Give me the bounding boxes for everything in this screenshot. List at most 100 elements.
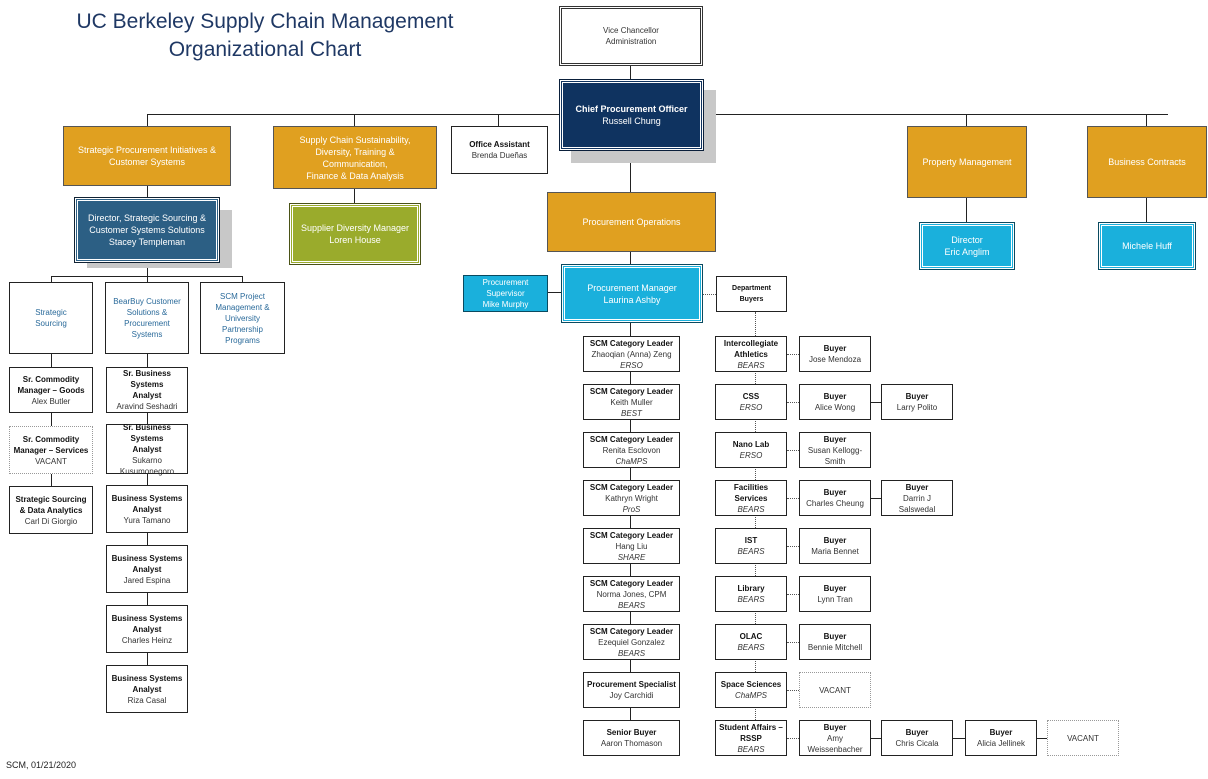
bc-person-box[interactable]: Michele Huff [1098, 222, 1196, 270]
buyer-title: Buyer [905, 728, 929, 737]
buyer-name: Smith [824, 456, 846, 466]
buyer-box[interactable]: Buyer Susan Kellogg- Smith [799, 432, 871, 468]
procurement-supervisor-box[interactable]: Procurement Supervisor Mike Murphy [463, 275, 548, 312]
buyer-name: VACANT [1067, 733, 1099, 743]
vacant-buyer-box[interactable]: VACANT [799, 672, 871, 708]
buyer-box[interactable]: Buyer Amy Weissenbacher [799, 720, 871, 756]
staff-bb-4[interactable]: Business Systems Analyst Jared Espina [106, 545, 188, 593]
connector [630, 66, 631, 80]
vacant-buyer-box[interactable]: VACANT [1047, 720, 1119, 756]
staff-bb-1[interactable]: Sr. Business Systems Analyst Aravind Sesh… [106, 367, 188, 413]
subunit-scm-project-mgmt[interactable]: SCM Project Management & University Part… [200, 282, 285, 354]
cl-name: Zhaoqian (Anna) Zeng [591, 349, 672, 359]
cpo-box[interactable]: Chief Procurement Officer Russell Chung [559, 79, 704, 151]
unit-label-2: Diversity, Training & [315, 146, 395, 157]
dept-team: BEARS [737, 547, 765, 556]
staff-ss-data-analytics[interactable]: Strategic Sourcing & Data Analytics Carl … [9, 486, 93, 534]
cl-name: Aaron Thomason [600, 739, 663, 748]
dept-name: OLAC [739, 632, 763, 641]
category-leader-box[interactable]: SCM Category Leader Norma Jones, CPM BEAR… [583, 576, 680, 612]
category-leader-box[interactable]: SCM Category Leader Kathryn Wright ProS [583, 480, 680, 516]
dept-team: ChaMPS [734, 691, 767, 700]
connector [871, 498, 881, 499]
cl-name: Norma Jones, CPM [596, 589, 667, 599]
department-box[interactable]: Student Affairs – RSSP BEARS [715, 720, 787, 756]
unit-property-management[interactable]: Property Management [907, 126, 1027, 198]
vice-chancellor-box[interactable]: Vice Chancellor Administration [559, 6, 703, 66]
bc-name: Michele Huff [1122, 241, 1172, 251]
chart-title-line1: UC Berkeley Supply Chain Management [76, 10, 454, 33]
staff-name: Yura Tamano [123, 515, 171, 525]
unit-procurement-operations[interactable]: Procurement Operations [547, 192, 716, 252]
category-leader-box[interactable]: SCM Category Leader Renita Esclovon ChaMP… [583, 432, 680, 468]
staff-title: Business Systems [111, 613, 183, 623]
dept-name: Space Sciences [720, 680, 782, 689]
unit-business-contracts[interactable]: Business Contracts [1087, 126, 1207, 198]
cl-team: BEST [621, 408, 642, 418]
unit-supply-chain-sustainability[interactable]: Supply Chain Sustainability, Diversity, … [273, 126, 437, 189]
chart-title-line2: Organizational Chart [168, 38, 362, 61]
staff-ss-services-vacant[interactable]: Sr. Commodity Manager – Services VACANT [9, 426, 93, 474]
category-leader-box[interactable]: SCM Category Leader Ezequiel Gonzalez BEA… [583, 624, 680, 660]
category-leader-box[interactable]: SCM Category Leader Hang Liu SHARE [583, 528, 680, 564]
chart-title: UC Berkeley Supply Chain Management Orga… [60, 8, 470, 64]
buyer-box[interactable]: Buyer Charles Cheung [799, 480, 871, 516]
cl-name: Hang Liu [615, 541, 648, 551]
cl-title: SCM Category Leader [589, 578, 674, 588]
department-box[interactable]: OLAC BEARS [715, 624, 787, 660]
unit-strategic-procurement[interactable]: Strategic Procurement Initiatives & Cust… [63, 126, 231, 186]
buyer-box[interactable]: Buyer Maria Bennet [799, 528, 871, 564]
buyer-box[interactable]: Buyer Chris Cicala [881, 720, 953, 756]
buyer-box[interactable]: Buyer Alice Wong [799, 384, 871, 420]
department-box[interactable]: Facilities Services BEARS [715, 480, 787, 516]
buyer-box[interactable]: Buyer Larry Polito [881, 384, 953, 420]
staff-title: Analyst [132, 684, 162, 694]
staff-title: Business Systems [111, 673, 183, 683]
staff-name: Alex Butler [31, 396, 71, 406]
oa-title: Office Assistant [469, 140, 530, 149]
dir-line2: Customer Systems Solutions [89, 225, 205, 235]
director-strategic-sourcing-box[interactable]: Director, Strategic Sourcing & Customer … [74, 197, 220, 263]
dotted-connector [787, 498, 799, 499]
buyer-name: Bennie Mitchell [807, 643, 863, 652]
category-leader-box[interactable]: SCM Category Leader Zhaoqian (Anna) Zeng… [583, 336, 680, 372]
department-box[interactable]: Space Sciences ChaMPS [715, 672, 787, 708]
office-assistant-box[interactable]: Office Assistant Brenda Dueñas [451, 126, 548, 174]
cl-team: ERSO [620, 360, 643, 370]
dotted-connector [755, 312, 756, 726]
department-box[interactable]: CSS ERSO [715, 384, 787, 420]
staff-bb-5[interactable]: Business Systems Analyst Charles Heinz [106, 605, 188, 653]
connector [953, 738, 965, 739]
department-buyers-box[interactable]: Department Buyers [716, 276, 787, 312]
staff-title: Manager – Services [13, 445, 89, 455]
buyer-box[interactable]: Buyer Bennie Mitchell [799, 624, 871, 660]
buyer-box[interactable]: Buyer Darrin J Salswedal [881, 480, 953, 516]
buyer-box[interactable]: Buyer Lynn Tran [799, 576, 871, 612]
department-box[interactable]: IST BEARS [715, 528, 787, 564]
ps-title: Supervisor [486, 289, 525, 298]
buyer-title: Buyer [823, 536, 847, 545]
category-leader-box[interactable]: SCM Category Leader Keith Muller BEST [583, 384, 680, 420]
staff-ss-goods[interactable]: Sr. Commodity Manager – Goods Alex Butler [9, 367, 93, 413]
procurement-manager-box[interactable]: Procurement Manager Laurina Ashby [561, 264, 703, 323]
supplier-diversity-manager-box[interactable]: Supplier Diversity Manager Loren House [289, 203, 421, 265]
staff-title: Analyst [132, 504, 162, 514]
pm-director-box[interactable]: Director Eric Anglim [919, 222, 1015, 270]
subunit-bearbuy[interactable]: BearBuy Customer Solutions & Procurement… [105, 282, 189, 354]
staff-name: Jared Espina [123, 575, 171, 585]
dotted-connector [702, 294, 716, 295]
footer-date: SCM, 01/21/2020 [6, 760, 77, 770]
subunit-strategic-sourcing[interactable]: Strategic Sourcing [9, 282, 93, 354]
category-leader-box[interactable]: Procurement Specialist Joy Carchidi [583, 672, 680, 708]
buyer-box[interactable]: Buyer Jose Mendoza [799, 336, 871, 372]
buyer-box[interactable]: Buyer Alicia Jellinek [965, 720, 1037, 756]
staff-bb-3[interactable]: Business Systems Analyst Yura Tamano [106, 485, 188, 533]
department-box[interactable]: Nano Lab ERSO [715, 432, 787, 468]
category-leader-box[interactable]: Senior Buyer Aaron Thomason [583, 720, 680, 756]
staff-bb-6[interactable]: Business Systems Analyst Riza Casal [106, 665, 188, 713]
buyer-name: Maria Bennet [811, 547, 859, 556]
dept-name: Library [737, 584, 765, 593]
department-box[interactable]: Intercollegiate Athletics BEARS [715, 336, 787, 372]
department-box[interactable]: Library BEARS [715, 576, 787, 612]
staff-bb-2[interactable]: Sr. Business Systems Analyst Sukarno Kusu… [106, 423, 188, 476]
